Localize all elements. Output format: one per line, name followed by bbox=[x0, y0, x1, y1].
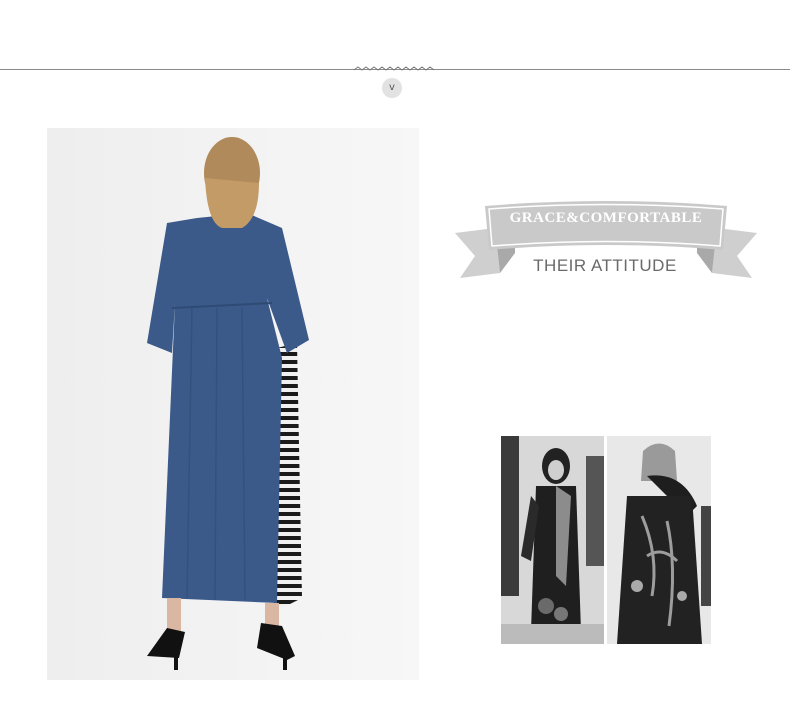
scroll-down-button[interactable]: v bbox=[382, 78, 402, 98]
banner-title: GRACE&COMFORTABLE bbox=[509, 210, 703, 226]
model-photo bbox=[47, 128, 419, 680]
runway-photo-right bbox=[607, 436, 711, 644]
zigzag-ornament bbox=[354, 66, 434, 71]
banner-subtitle: THEIR ATTITUDE bbox=[533, 256, 677, 275]
runway-photo-left bbox=[501, 436, 604, 644]
dress-illustration bbox=[47, 128, 419, 680]
chevron-down-icon: v bbox=[389, 82, 395, 93]
